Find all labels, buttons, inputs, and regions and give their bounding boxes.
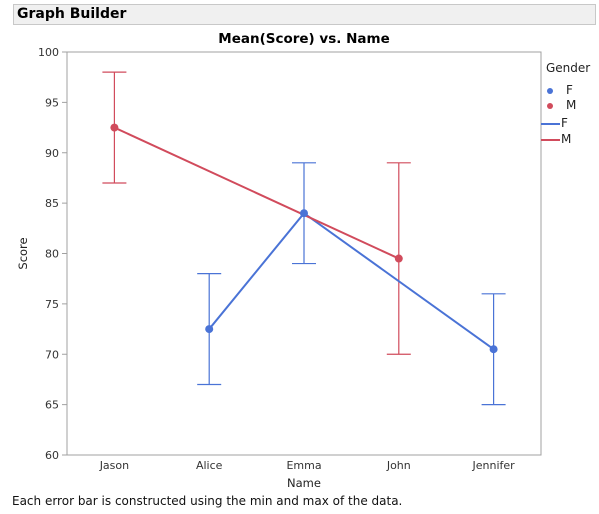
x-axis-title: Name — [287, 476, 321, 490]
legend-marker-icon — [547, 88, 553, 94]
legend-label: M — [561, 132, 572, 146]
y-tick-label: 70 — [45, 348, 59, 361]
y-tick-label: 100 — [38, 46, 59, 59]
legend-label: F — [566, 83, 573, 97]
data-point-F — [489, 345, 498, 354]
series-line-F — [208, 211, 495, 351]
legend-marker-icon — [547, 103, 553, 109]
y-tick-label: 65 — [45, 399, 59, 412]
data-point-F — [205, 325, 214, 334]
x-tick-label: Alice — [196, 459, 223, 472]
y-tick-label: 80 — [45, 248, 59, 261]
footnote: Each error bar is constructed using the … — [12, 494, 403, 508]
series-line-M — [113, 126, 400, 260]
legend-label: F — [561, 116, 568, 130]
x-tick-label: Jennifer — [472, 459, 516, 472]
legend-label: M — [566, 98, 577, 112]
legend-line-icon — [541, 139, 560, 141]
y-tick-label: 60 — [45, 449, 59, 462]
chart-svg: 60 65 70 75 80 85 90 95 100 Jason Alice Emma John Jen… — [16, 46, 542, 490]
legend-line-icon — [541, 123, 560, 125]
y-tick-label: 95 — [45, 96, 59, 109]
x-tick-label: Emma — [286, 459, 321, 472]
x-tick-label: Jason — [99, 459, 129, 472]
y-tick-label: 85 — [45, 197, 59, 210]
legend-title: Gender — [546, 61, 591, 75]
x-tick-label: John — [386, 459, 411, 472]
data-point-F — [300, 209, 308, 218]
y-tick-label: 75 — [45, 298, 59, 311]
data-point-M — [110, 123, 119, 132]
y-tick-label: 90 — [45, 147, 59, 160]
y-axis-title: Score — [16, 237, 30, 269]
data-point-M — [394, 254, 403, 263]
